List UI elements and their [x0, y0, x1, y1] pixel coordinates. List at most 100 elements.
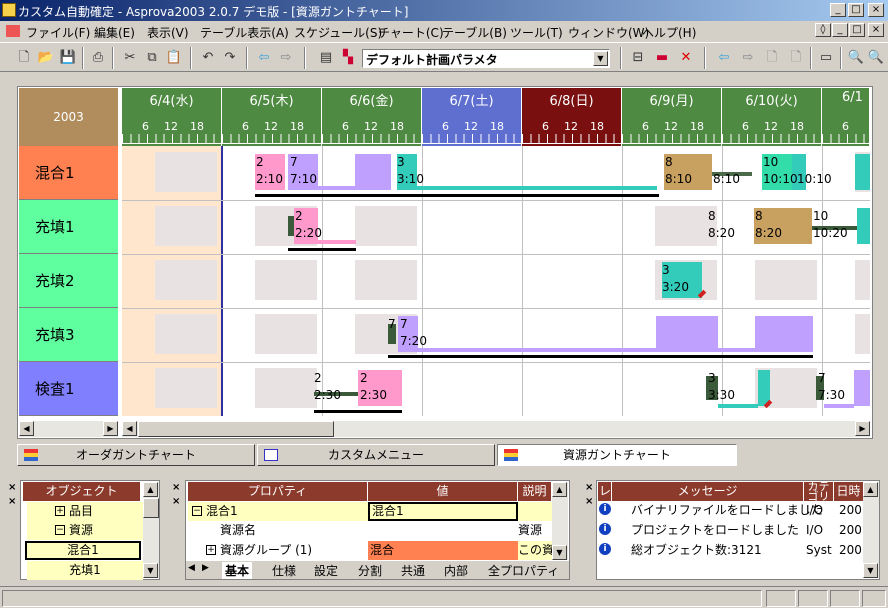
menu-help[interactable]: ヘルプ(H)	[642, 24, 696, 41]
scroll-up-button[interactable]: ▲	[552, 482, 567, 497]
scroll-down-button[interactable]: ▼	[143, 563, 158, 578]
close-icon[interactable]: ×	[585, 482, 593, 493]
operation-bar[interactable]	[355, 154, 391, 190]
save-icon[interactable]: 💾	[58, 48, 78, 68]
redo-icon[interactable]: ↷	[220, 48, 240, 68]
desc-cell: この資	[518, 541, 552, 560]
tab-custom-menu[interactable]: カスタムメニュー	[257, 444, 495, 466]
menu-view[interactable]: 表示(V)	[147, 24, 189, 41]
close-icon[interactable]: ×	[8, 482, 16, 493]
close-icon[interactable]: ×	[172, 496, 180, 507]
tree-item-resources[interactable]: − 資源	[27, 521, 143, 540]
menu-table[interactable]: テーブル(B)	[442, 24, 507, 41]
delete-icon[interactable]: ✕	[676, 48, 696, 68]
tab-common[interactable]: 共通	[401, 562, 425, 579]
back-arrow-icon[interactable]: ⇦	[254, 48, 274, 68]
menu-schedule[interactable]: スケジュール(S)	[294, 24, 382, 41]
copy-icon[interactable]: ⧉	[142, 48, 162, 68]
cut-icon[interactable]: ✂	[120, 48, 140, 68]
param-icon[interactable]: ▚	[338, 48, 358, 68]
scroll-left-button[interactable]: ◀	[122, 421, 137, 436]
scroll-right-button[interactable]: ▶	[103, 421, 118, 436]
scroll-left-button[interactable]: ◀	[19, 421, 34, 436]
minimize-button[interactable]: _	[830, 3, 846, 17]
schedule-icon[interactable]: ▤	[316, 48, 336, 68]
tree-item-items[interactable]: + 品目	[27, 502, 143, 521]
tree-item-fill1[interactable]: 充填1	[27, 561, 143, 580]
scroll-up-button[interactable]: ▲	[143, 482, 158, 497]
link-icon[interactable]: ⊟	[628, 48, 648, 68]
message-text[interactable]: プロジェクトをロードしました :2.5	[631, 521, 803, 540]
paste-icon[interactable]: 📋	[164, 48, 184, 68]
chevron-down-icon[interactable]: ▼	[593, 51, 608, 66]
tab-resource-gantt[interactable]: 資源ガントチャート	[497, 444, 737, 466]
scroll-right-button[interactable]: ▶	[855, 421, 870, 436]
prev-icon[interactable]: ⇦	[714, 48, 734, 68]
menu-edit[interactable]: 編集(E)	[94, 24, 135, 41]
page2-icon[interactable]: 🗋	[786, 48, 806, 68]
close-button[interactable]: ×	[868, 3, 884, 17]
zoom-icon[interactable]: 🔍	[846, 48, 866, 68]
value-cell[interactable]	[368, 521, 518, 540]
tab-all-properties[interactable]: 全プロパティ	[488, 562, 568, 579]
close-icon[interactable]: ×	[172, 482, 180, 493]
menu-window[interactable]: ウィンドウ(W)	[568, 24, 649, 41]
size-grip[interactable]	[862, 590, 886, 607]
menu-table-view[interactable]: テーブル表示(A)	[200, 24, 289, 41]
page-icon[interactable]: 🗋	[762, 48, 782, 68]
property-row-resource-group[interactable]: + 資源グループ (1)	[188, 541, 368, 560]
scroll-thumb[interactable]	[138, 421, 334, 437]
tab-basic[interactable]: 基本	[222, 562, 253, 579]
color-bar-icon[interactable]: ▬	[652, 48, 672, 68]
menu-file[interactable]: ファイル(F)	[26, 24, 90, 41]
operation-bar[interactable]	[656, 316, 718, 352]
resource-row-label[interactable]: 充填2	[19, 254, 118, 308]
undo-icon[interactable]: ↶	[198, 48, 218, 68]
resource-row-label[interactable]: 充填1	[19, 200, 118, 254]
forward-arrow-icon[interactable]: ⇨	[276, 48, 296, 68]
resource-row-label[interactable]: 充填3	[19, 308, 118, 362]
property-value-cell[interactable]: 混合1	[368, 502, 518, 521]
mdi-maximize-button[interactable]: □	[849, 23, 865, 37]
menu-chart[interactable]: チャート(C)	[378, 24, 444, 41]
mdi-close-button[interactable]: ×	[868, 23, 884, 37]
print-icon[interactable]: ⎙	[88, 48, 108, 68]
bar-label: 2:30	[360, 388, 387, 402]
operation-bar[interactable]	[755, 316, 813, 352]
tab-next-icon[interactable]: ▶	[202, 563, 209, 573]
tab-order-gantt[interactable]: オーダガントチャート	[17, 444, 255, 466]
message-text[interactable]: 総オブジェクト数:3121	[631, 541, 803, 560]
scroll-down-button[interactable]: ▼	[863, 563, 878, 578]
scroll-down-button[interactable]: ▼	[552, 545, 567, 560]
close-icon[interactable]: ×	[585, 496, 593, 507]
window-icon[interactable]: ▭	[816, 48, 836, 68]
value-cell[interactable]: 混合	[368, 541, 518, 560]
bar-label: 3	[397, 155, 405, 169]
open-icon[interactable]: 📂	[36, 48, 56, 68]
tab-split[interactable]: 分割	[358, 562, 382, 579]
message-text[interactable]: バイナリファイルをロードしました	[631, 501, 823, 520]
new-icon[interactable]: 🗋	[14, 48, 34, 68]
resource-row-label[interactable]: 検査1	[19, 362, 118, 416]
param-combo[interactable]: デフォルト計画パラメタ ▼	[362, 49, 610, 68]
tab-prev-icon[interactable]: ◀	[188, 563, 195, 573]
mdi-minimize-button[interactable]: _	[832, 23, 848, 37]
next-icon[interactable]: ⇨	[738, 48, 758, 68]
mdi-restore-button[interactable]: ◊	[815, 23, 831, 37]
resource-row-label[interactable]: 混合1	[19, 146, 118, 200]
zoom2-icon[interactable]: 🔍	[866, 48, 886, 68]
day-header-5: 6/9(月) 6 12 18	[622, 88, 722, 146]
property-row-resource-name[interactable]: 資源名	[188, 521, 368, 540]
menu-tools[interactable]: ツール(T)	[510, 24, 563, 41]
property-panel: プロパティ 値 説明 − 混合1 混合1 資源名 資源 + 資源グループ (1) 混…	[185, 480, 570, 580]
maximize-button[interactable]: □	[848, 3, 864, 17]
property-header: プロパティ	[188, 482, 368, 501]
tab-internal[interactable]: 内部	[444, 562, 468, 579]
close-icon[interactable]: ×	[8, 496, 16, 507]
tree-item-mix1[interactable]: 混合1	[25, 541, 141, 560]
day-header-1: 6/5(木) 6 12 18	[222, 88, 322, 146]
tab-settings[interactable]: 設定	[314, 562, 338, 579]
tab-spec[interactable]: 仕様	[272, 562, 296, 579]
scroll-up-button[interactable]: ▲	[863, 482, 878, 497]
property-row-name[interactable]: − 混合1	[188, 502, 368, 521]
